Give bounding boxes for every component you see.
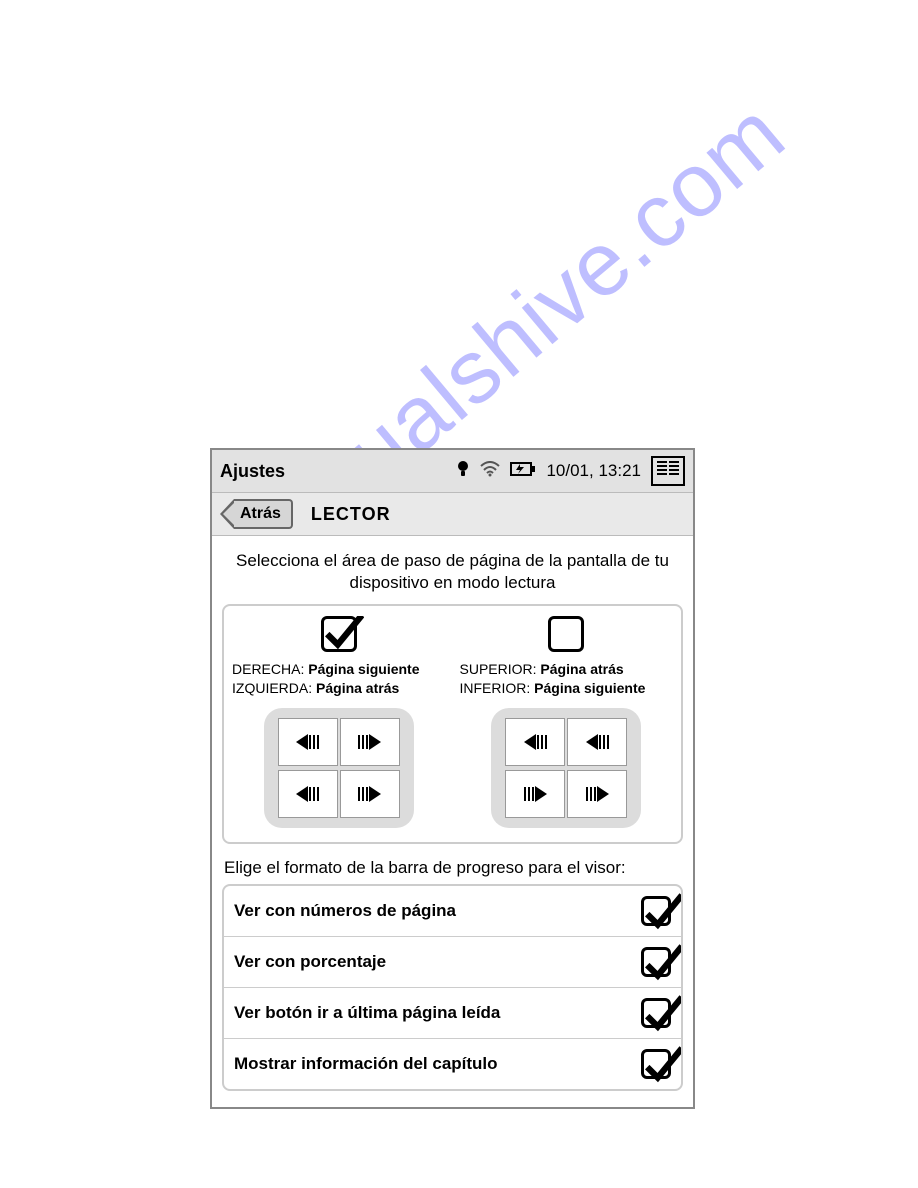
list-item-label: Mostrar información del capítulo [234,1054,498,1074]
list-item-label: Ver con números de página [234,901,456,921]
checkbox-vertical[interactable] [548,616,584,652]
list-item-label: Ver botón ir a última página leída [234,1003,500,1023]
progress-options-list: Ver con números de página Ver con porcen… [222,884,683,1091]
list-item[interactable]: Ver con números de página [224,886,681,937]
list-item-label: Ver con porcentaje [234,952,386,972]
list-item[interactable]: Ver con porcentaje [224,937,681,988]
device-diagram-horizontal [264,708,414,828]
nav-bar: Atrás LECTOR [212,493,693,536]
list-item[interactable]: Mostrar información del capítulo [224,1039,681,1089]
progress-bar-instruction: Elige el formato de la barra de progreso… [222,858,683,878]
list-item[interactable]: Ver botón ir a última página leída [224,988,681,1039]
page-turn-instruction: Selecciona el área de paso de página de … [222,550,683,594]
status-icons: 10/01, 13:21 [456,456,685,486]
reader-view-icon[interactable] [651,456,685,486]
status-title: Ajustes [220,461,285,482]
page-turn-option-horizontal[interactable]: DERECHA: Página siguiente IZQUIERDA: Pág… [228,616,450,828]
device-frame: Ajustes 10/01, 13:21 Atrás LECTOR Selecc… [210,448,695,1109]
battery-icon [510,461,536,482]
vertical-labels: SUPERIOR: Página atrás INFERIOR: Página … [456,660,678,698]
wifi-icon [480,461,500,482]
status-bar: Ajustes 10/01, 13:21 [212,450,693,493]
page-turn-options-box: DERECHA: Página siguiente IZQUIERDA: Pág… [222,604,683,844]
horizontal-labels: DERECHA: Página siguiente IZQUIERDA: Pág… [228,660,450,698]
checkbox-chapter-info[interactable] [641,1049,671,1079]
content-area: Selecciona el área de paso de página de … [212,536,693,1107]
back-button[interactable]: Atrás [234,499,293,529]
light-icon [456,460,470,483]
section-title: LECTOR [311,504,391,525]
checkbox-percentage[interactable] [641,947,671,977]
checkbox-horizontal[interactable] [321,616,357,652]
checkbox-page-numbers[interactable] [641,896,671,926]
device-diagram-vertical [491,708,641,828]
checkbox-last-page[interactable] [641,998,671,1028]
page-turn-option-vertical[interactable]: SUPERIOR: Página atrás INFERIOR: Página … [456,616,678,828]
status-datetime: 10/01, 13:21 [546,461,641,481]
